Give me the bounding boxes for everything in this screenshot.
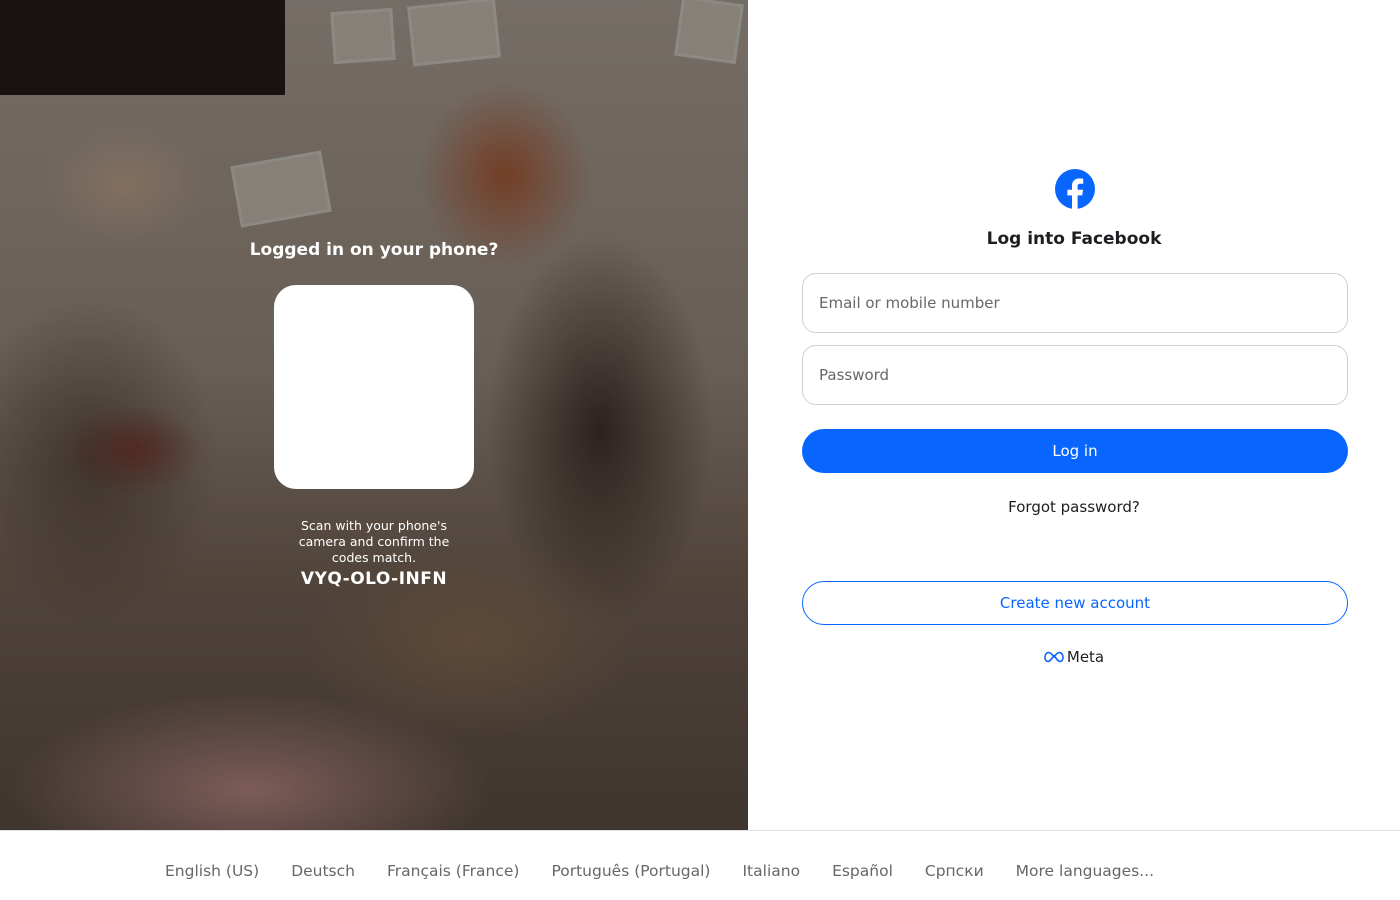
email-field[interactable] bbox=[802, 273, 1348, 333]
facebook-logo-icon bbox=[1055, 169, 1095, 210]
language-link-francais[interactable]: Français (France) bbox=[387, 862, 519, 880]
qr-confirmation-code: VYQ-OLO-INFN bbox=[300, 569, 448, 589]
language-link-deutsch[interactable]: Deutsch bbox=[291, 862, 355, 880]
language-link-english[interactable]: English (US) bbox=[165, 862, 259, 880]
more-languages-link[interactable]: More languages... bbox=[1016, 862, 1154, 880]
login-button[interactable]: Log in bbox=[802, 429, 1348, 473]
password-field[interactable] bbox=[802, 345, 1348, 405]
meta-brand: Meta bbox=[748, 648, 1400, 666]
language-list: English (US) Deutsch Français (France) P… bbox=[165, 862, 1186, 880]
hero-photo-panel: Logged in on your phone? Scan with your … bbox=[0, 0, 748, 830]
login-panel: Log into Facebook Log in Forgot password… bbox=[748, 0, 1400, 830]
qr-login-instructions: Scan with your phone's camera and confir… bbox=[298, 518, 450, 565]
language-link-portugues[interactable]: Português (Portugal) bbox=[551, 862, 710, 880]
create-account-button[interactable]: Create new account bbox=[802, 581, 1348, 625]
qr-code-image bbox=[274, 285, 474, 489]
qr-login-title: Logged in on your phone? bbox=[249, 240, 499, 260]
language-link-srpski[interactable]: Српски bbox=[925, 862, 984, 880]
login-title: Log into Facebook bbox=[986, 229, 1162, 249]
meta-label: Meta bbox=[1066, 648, 1105, 666]
language-link-espanol[interactable]: Español bbox=[832, 862, 893, 880]
footer: English (US) Deutsch Français (France) P… bbox=[0, 831, 1400, 900]
language-link-italiano[interactable]: Italiano bbox=[742, 862, 800, 880]
forgot-password-link[interactable]: Forgot password? bbox=[748, 498, 1400, 516]
meta-logo-icon bbox=[1044, 651, 1064, 663]
